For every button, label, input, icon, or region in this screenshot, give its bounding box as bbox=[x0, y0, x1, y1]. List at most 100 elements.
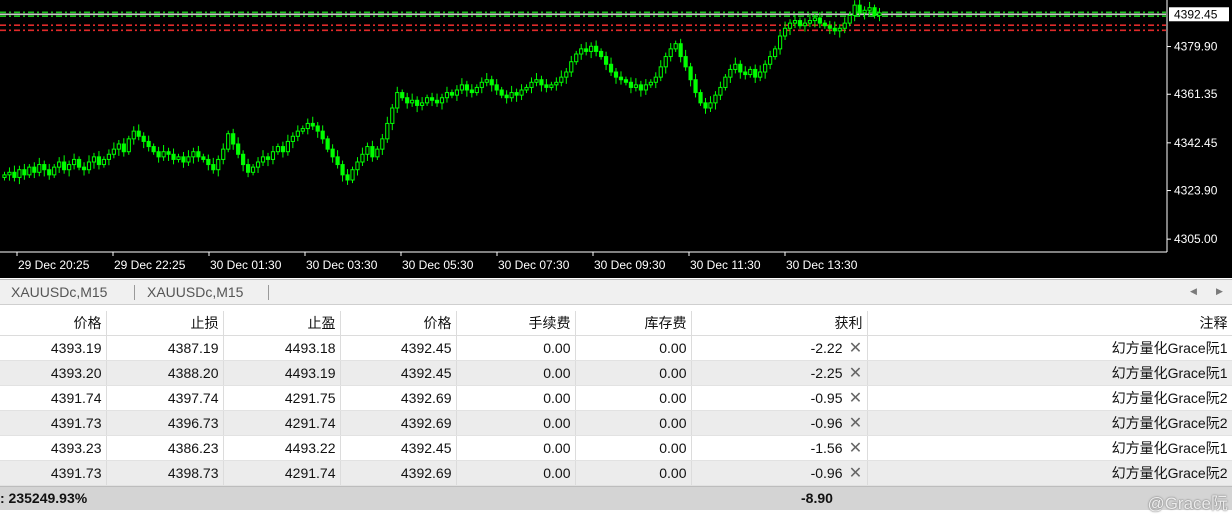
candle-body bbox=[678, 43, 683, 58]
col-header-profit[interactable]: 获利 bbox=[691, 311, 868, 336]
close-position-icon[interactable]: ✕ bbox=[849, 388, 863, 408]
scroll-left-icon[interactable]: ◀ bbox=[1190, 280, 1197, 305]
cell-value: 4393.23 bbox=[50, 439, 102, 456]
candle-body bbox=[643, 84, 648, 91]
tab-chart-2[interactable]: XAUUSDc,M15 bbox=[137, 280, 253, 305]
candle-body bbox=[847, 14, 852, 24]
candle-body bbox=[628, 81, 634, 88]
candle-body bbox=[569, 61, 574, 73]
candle-body bbox=[246, 164, 251, 173]
col-header-take-profit[interactable]: 止盈 bbox=[223, 311, 341, 336]
candle-body bbox=[355, 161, 360, 171]
candle-body bbox=[633, 84, 638, 88]
col-header-commission[interactable]: 手续费 bbox=[456, 311, 576, 336]
candle-body bbox=[474, 86, 479, 94]
scroll-right-icon[interactable]: ▶ bbox=[1216, 280, 1223, 305]
candle-body bbox=[434, 99, 440, 104]
candle-body bbox=[708, 102, 713, 109]
close-position-icon[interactable]: ✕ bbox=[849, 438, 863, 458]
cell-value: 4396.73 bbox=[167, 414, 219, 431]
table-row[interactable]: 4393.19 4387.19 4493.18 4392.45 0.00 0.00 -2.2… bbox=[0, 335, 1232, 361]
cell-commission: 0.00 bbox=[456, 435, 576, 461]
margin-level-text: : 235249.93% bbox=[0, 490, 88, 506]
candle-body bbox=[658, 66, 663, 78]
col-header-stop-loss[interactable]: 止损 bbox=[106, 311, 224, 336]
candle-body bbox=[703, 102, 708, 109]
cell-open-price: 4393.23 bbox=[0, 435, 107, 461]
cell-profit: -0.96 ✕ bbox=[691, 410, 868, 436]
candle-body bbox=[390, 107, 395, 124]
cell-profit: -2.22 ✕ bbox=[691, 335, 868, 361]
cell-value: 4493.19 bbox=[284, 364, 336, 381]
cell-value: 4392.69 bbox=[400, 414, 452, 431]
candle-body bbox=[424, 97, 430, 104]
cell-take-profit: 4493.22 bbox=[223, 435, 341, 461]
cell-commission: 0.00 bbox=[456, 460, 576, 486]
candle-body bbox=[638, 84, 643, 91]
cell-stop-loss: 4386.23 bbox=[106, 435, 224, 461]
cell-take-profit: 4291.74 bbox=[223, 410, 341, 436]
table-row[interactable]: 4393.23 4386.23 4493.22 4392.45 0.00 0.00 -1.5… bbox=[0, 435, 1232, 461]
time-tick-label: 30 Dec 03:30 bbox=[306, 258, 378, 272]
close-position-icon[interactable]: ✕ bbox=[849, 413, 863, 433]
candle-body bbox=[723, 76, 728, 88]
candle-body bbox=[594, 45, 599, 52]
candle-body bbox=[131, 130, 136, 140]
candle-body bbox=[549, 84, 554, 88]
tab-divider bbox=[268, 285, 269, 300]
candle-body bbox=[42, 164, 47, 171]
cell-take-profit: 4291.74 bbox=[223, 460, 341, 486]
cell-current-price: 4392.69 bbox=[340, 410, 457, 436]
close-position-icon[interactable]: ✕ bbox=[849, 338, 863, 358]
time-tick-label: 30 Dec 11:30 bbox=[690, 258, 761, 272]
candle-body bbox=[429, 97, 435, 101]
candle-body bbox=[161, 151, 166, 158]
col-header-current-price[interactable]: 价格 bbox=[340, 311, 457, 336]
tab-chart-1[interactable]: XAUUSDc,M15 bbox=[1, 280, 117, 305]
price-tick-label: 4361.35 bbox=[1174, 87, 1218, 101]
col-header-comment[interactable]: 注释 bbox=[867, 311, 1232, 336]
candle-body bbox=[52, 166, 57, 176]
cell-value: 幻方量化Grace阮2 bbox=[1111, 464, 1228, 481]
candle-body bbox=[713, 94, 718, 104]
candle-body bbox=[574, 53, 579, 63]
close-position-icon[interactable]: ✕ bbox=[849, 363, 863, 383]
candle-body bbox=[310, 122, 315, 127]
trade-table: 价格 止损 止盈 价格 手续费 库存费 获利 注释 4393.19 4387.19… bbox=[0, 311, 1232, 486]
cell-comment: 幻方量化Grace阮1 bbox=[867, 360, 1232, 386]
price-chart[interactable]: 4379.90 4361.35 4342.45 4323.90 4305.00 4392.… bbox=[0, 0, 1232, 278]
cell-value: 4392.45 bbox=[400, 439, 452, 456]
candle-body bbox=[385, 122, 390, 140]
candle-body bbox=[67, 164, 72, 171]
candle-body bbox=[116, 143, 121, 150]
candle-body bbox=[2, 174, 7, 178]
candle-body bbox=[380, 138, 385, 150]
candle-body bbox=[231, 133, 236, 145]
cell-stop-loss: 4387.19 bbox=[106, 335, 224, 361]
candle-body bbox=[196, 151, 201, 158]
cell-profit: -0.96 ✕ bbox=[691, 460, 868, 486]
candle-body bbox=[554, 81, 559, 86]
cell-value: -0.95 bbox=[810, 389, 843, 406]
cell-profit: -0.95 ✕ bbox=[691, 385, 868, 411]
candle-body bbox=[216, 158, 221, 171]
candle-body bbox=[136, 130, 141, 137]
table-row[interactable]: 4391.73 4396.73 4291.74 4392.69 0.00 0.00 -0.9… bbox=[0, 410, 1232, 436]
table-row[interactable]: 4391.73 4398.73 4291.74 4392.69 0.00 0.00 -0.9… bbox=[0, 460, 1232, 486]
table-row[interactable]: 4393.20 4388.20 4493.19 4392.45 0.00 0.00 -2.2… bbox=[0, 360, 1232, 386]
col-header-price[interactable]: 价格 bbox=[0, 311, 107, 336]
cell-swap: 0.00 bbox=[575, 460, 692, 486]
candle-body bbox=[27, 166, 32, 176]
cell-open-price: 4391.74 bbox=[0, 385, 107, 411]
candle-body bbox=[499, 89, 504, 96]
candle-body bbox=[509, 92, 514, 99]
candle-body bbox=[584, 48, 589, 52]
close-position-icon[interactable]: ✕ bbox=[849, 463, 863, 483]
cell-take-profit: 4493.18 bbox=[223, 335, 341, 361]
chart-canvas[interactable]: 4379.90 4361.35 4342.45 4323.90 4305.00 4392.… bbox=[0, 0, 1232, 278]
cell-current-price: 4392.45 bbox=[340, 360, 457, 386]
cell-value: 0.00 bbox=[543, 339, 571, 356]
table-row[interactable]: 4391.74 4397.74 4291.75 4392.69 0.00 0.00 -0.9… bbox=[0, 385, 1232, 411]
candle-body bbox=[603, 56, 609, 65]
col-header-swap[interactable]: 库存费 bbox=[575, 311, 692, 336]
